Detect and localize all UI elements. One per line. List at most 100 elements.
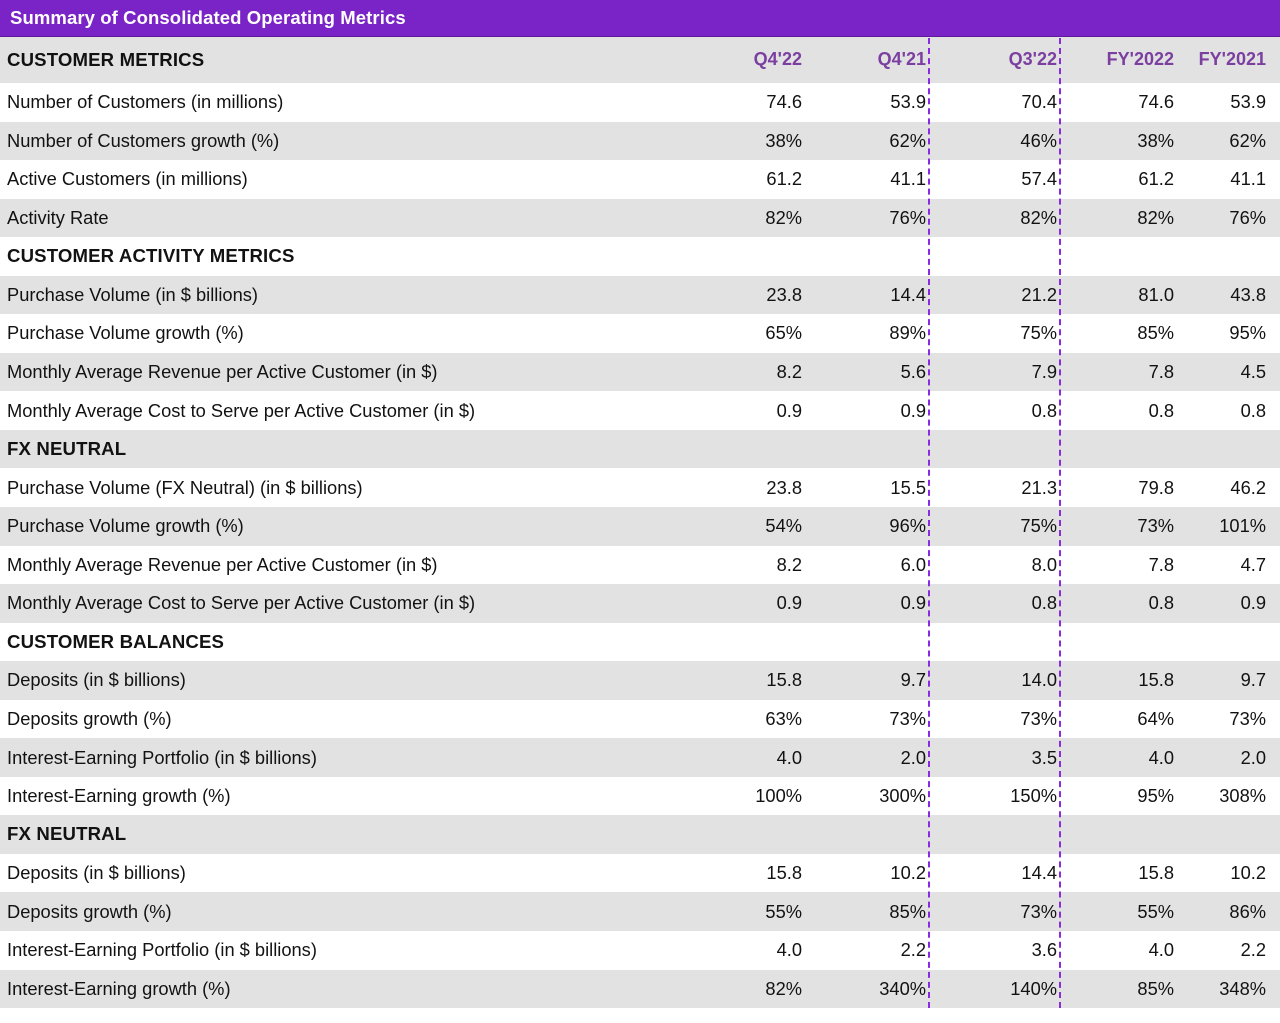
metric-value-cell: 9.7 [900, 669, 926, 691]
metric-value-cell: 0.8 [1031, 592, 1057, 614]
section-label: FX NEUTRAL [7, 824, 127, 845]
metric-value-cell: 0.8 [1031, 399, 1057, 421]
metric-label: Purchase Volume growth (%) [7, 323, 244, 344]
metric-value-cell: 8.0 [1031, 553, 1057, 575]
metric-value-cell: 75% [1020, 322, 1057, 344]
metric-value-cell: 82% [765, 977, 802, 999]
metric-value-cell: 41.1 [890, 168, 926, 190]
column-header-fy-2021: FY'2021 [1198, 49, 1266, 70]
metric-label: Activity Rate [7, 207, 109, 228]
metric-value-cell: 0.8 [1148, 399, 1174, 421]
metric-label: Purchase Volume (FX Neutral) (in $ billi… [7, 477, 363, 498]
metric-label: Number of Customers growth (%) [7, 130, 280, 151]
metric-value-cell: 75% [1020, 515, 1057, 537]
metric-value-cell: 4.0 [1148, 746, 1174, 768]
metric-value-cell: 0.9 [1240, 592, 1266, 614]
table-body: Number of Customers (in millions) 74.6 53.… [0, 83, 1280, 1009]
table-row: Interest-Earning Portfolio (in $ billion… [0, 931, 1280, 970]
metric-value-cell: 10.2 [1230, 862, 1266, 884]
metric-value-cell: 308% [1219, 785, 1266, 807]
column-header-q4-22: Q4'22 [753, 49, 802, 70]
section-header-row: FX NEUTRAL [0, 429, 1280, 469]
metric-value-cell: 82% [765, 206, 802, 228]
metric-value-cell: 86% [1229, 900, 1266, 922]
metric-value-cell: 95% [1137, 785, 1174, 807]
metric-value-cell: 43.8 [1230, 283, 1266, 305]
column-header-q3-22: Q3'22 [1008, 49, 1057, 70]
table-row: Purchase Volume (FX Neutral) (in $ billi… [0, 468, 1280, 508]
metric-value-cell: 0.8 [1148, 592, 1174, 614]
metric-value-cell: 0.8 [1240, 399, 1266, 421]
metric-value-cell: 82% [1137, 206, 1174, 228]
metric-value-cell: 14.4 [1021, 862, 1057, 884]
section-label: CUSTOMER ACTIVITY METRICS [7, 246, 295, 267]
metric-label: Active Customers (in millions) [7, 169, 248, 190]
section-label: FX NEUTRAL [7, 438, 127, 459]
table-row: Number of Customers (in millions) 74.6 53.… [0, 83, 1280, 122]
table-row: Deposits (in $ billions) 15.8 10.2 14.4 15.8… [0, 853, 1280, 893]
metric-label: Deposits (in $ billions) [7, 670, 186, 691]
table-row: Number of Customers growth (%) 38% 62% 46% 3… [0, 121, 1280, 161]
metric-value-cell: 65% [765, 322, 802, 344]
table-row: Purchase Volume growth (%) 65% 89% 75% 85% 95… [0, 314, 1280, 353]
metric-value-cell: 5.6 [900, 361, 926, 383]
metric-value-cell: 38% [765, 129, 802, 151]
metric-value-cell: 7.8 [1148, 553, 1174, 575]
metric-value-cell: 4.0 [1148, 939, 1174, 961]
metric-value-cell: 73% [1020, 707, 1057, 729]
metric-value-cell: 15.8 [1138, 669, 1174, 691]
metric-value-cell: 95% [1229, 322, 1266, 344]
metric-value-cell: 8.2 [776, 361, 802, 383]
metric-value-cell: 23.8 [766, 283, 802, 305]
metric-value-cell: 57.4 [1021, 168, 1057, 190]
column-header-q4-21: Q4'21 [877, 49, 926, 70]
metric-label: Interest-Earning Portfolio (in $ billion… [7, 940, 317, 961]
metric-value-cell: 55% [1137, 900, 1174, 922]
metric-value-cell: 140% [1010, 977, 1057, 999]
section-header-row: FX NEUTRAL [0, 815, 1280, 854]
metric-value-cell: 63% [765, 707, 802, 729]
table-row: Deposits (in $ billions) 15.8 9.7 14.0 15.8 9… [0, 661, 1280, 700]
metric-value-cell: 73% [1137, 515, 1174, 537]
metric-label: Monthly Average Revenue per Active Custo… [7, 554, 438, 575]
metric-value-cell: 82% [1020, 206, 1057, 228]
metric-value-cell: 23.8 [766, 476, 802, 498]
metric-value-cell: 85% [1137, 977, 1174, 999]
metric-label: Monthly Average Cost to Serve per Active… [7, 593, 476, 614]
metric-value-cell: 61.2 [766, 168, 802, 190]
metric-value-cell: 348% [1219, 977, 1266, 999]
page-title: Summary of Consolidated Operating Metric… [10, 6, 406, 28]
metric-value-cell: 15.5 [890, 476, 926, 498]
metric-value-cell: 6.0 [900, 553, 926, 575]
metric-value-cell: 53.9 [890, 91, 926, 113]
metric-value-cell: 340% [879, 977, 926, 999]
metric-label: Deposits growth (%) [7, 708, 172, 729]
metric-value-cell: 2.0 [1240, 746, 1266, 768]
metric-value-cell: 73% [1229, 707, 1266, 729]
metric-value-cell: 76% [889, 206, 926, 228]
metric-value-cell: 76% [1229, 206, 1266, 228]
table-row: Interest-Earning growth (%) 100% 300% 150% 9… [0, 776, 1280, 816]
metric-value-cell: 46% [1020, 129, 1057, 151]
metric-value-cell: 150% [1010, 785, 1057, 807]
metric-value-cell: 7.8 [1148, 361, 1174, 383]
metric-value-cell: 4.7 [1240, 553, 1266, 575]
metric-label: Deposits (in $ billions) [7, 863, 186, 884]
section-header-row: CUSTOMER BALANCES [0, 622, 1280, 662]
metric-value-cell: 3.5 [1031, 746, 1057, 768]
table-row: Active Customers (in millions) 61.2 41.1 57… [0, 160, 1280, 199]
metric-value-cell: 73% [889, 707, 926, 729]
metric-value-cell: 55% [765, 900, 802, 922]
metric-value-cell: 15.8 [766, 862, 802, 884]
metric-value-cell: 9.7 [1240, 669, 1266, 691]
metric-value-cell: 14.0 [1021, 669, 1057, 691]
metric-value-cell: 61.2 [1138, 168, 1174, 190]
metric-value-cell: 0.9 [776, 399, 802, 421]
table-row: Monthly Average Revenue per Active Custo… [0, 545, 1280, 585]
metric-value-cell: 96% [889, 515, 926, 537]
metric-label: Deposits growth (%) [7, 901, 172, 922]
column-header-metric: CUSTOMER METRICS [7, 49, 205, 70]
table-row: Interest-Earning growth (%) 82% 340% 140% 85… [0, 969, 1280, 1009]
metric-value-cell: 300% [879, 785, 926, 807]
metric-value-cell: 0.9 [776, 592, 802, 614]
